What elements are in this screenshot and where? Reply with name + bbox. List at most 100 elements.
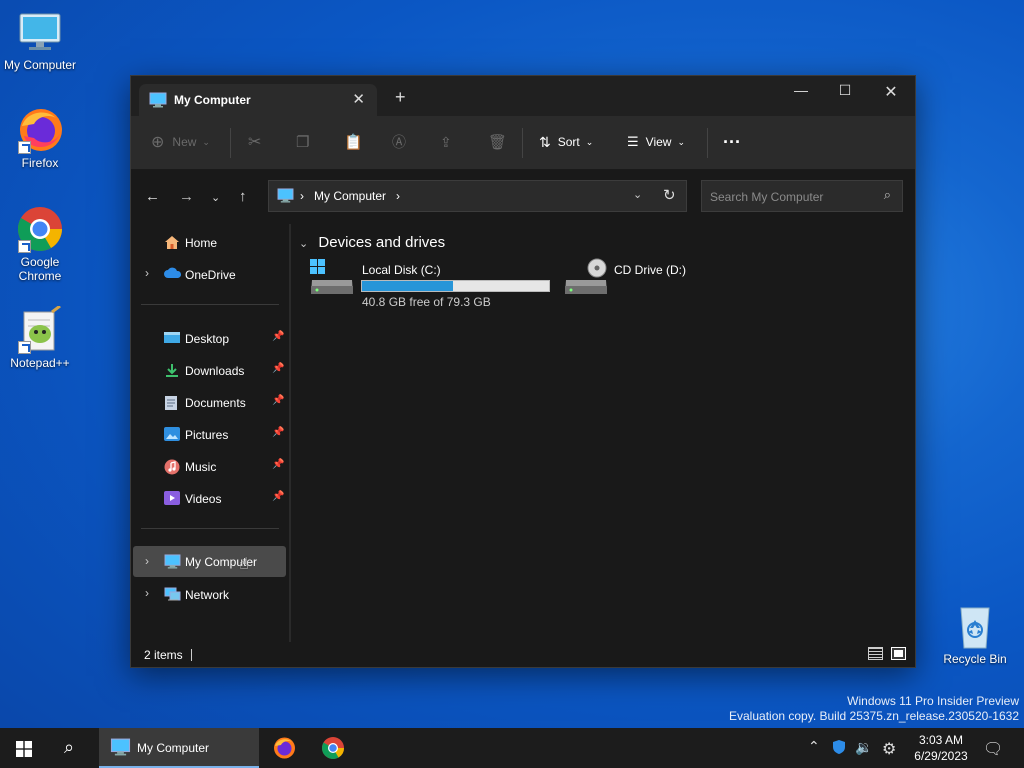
taskbar-item-chrome[interactable]: [310, 728, 356, 768]
forward-button[interactable]: →: [179, 188, 194, 205]
sidebar-item-label: Desktop: [185, 332, 230, 346]
title-bar[interactable]: My Computer ✕ + — ☐ ✕: [131, 76, 915, 116]
toolbar-separator: [707, 128, 708, 158]
pin-icon[interactable]: 📌: [272, 363, 284, 374]
details-view-button[interactable]: [868, 647, 883, 660]
start-button[interactable]: [0, 728, 48, 768]
tab-my-computer[interactable]: My Computer ✕: [139, 84, 377, 116]
rename-button[interactable]: Ⓐ: [392, 132, 406, 152]
sidebar-item-network[interactable]: › Network: [133, 580, 286, 608]
refresh-icon[interactable]: ↻: [663, 186, 676, 204]
sort-button[interactable]: ⇅ Sort ⌄: [539, 132, 593, 152]
sidebar-item-home[interactable]: Home: [133, 228, 286, 256]
sidebar-item-label: Downloads: [185, 364, 245, 378]
hard-drive-icon: [309, 258, 355, 301]
windows-logo-icon: [16, 741, 32, 762]
search-box[interactable]: ⌕: [701, 180, 903, 213]
pin-icon[interactable]: 📌: [272, 427, 284, 438]
home-icon: [164, 235, 180, 253]
taskbar-item-my-computer[interactable]: My Computer: [99, 728, 259, 768]
drive-name: Local Disk (C:): [362, 263, 441, 277]
desktop-icon-label: Google Chrome: [18, 255, 62, 283]
trash-icon: 🗑: [488, 134, 508, 151]
firefox-icon: [272, 736, 296, 765]
view-button[interactable]: ☰ View ⌄: [627, 132, 685, 152]
address-history-dropdown[interactable]: ⌄: [633, 188, 642, 201]
close-window-button[interactable]: ✕: [876, 82, 906, 106]
chevron-right-icon[interactable]: ›: [145, 266, 149, 280]
maximize-button[interactable]: ☐: [830, 82, 860, 106]
pin-icon[interactable]: 📌: [272, 491, 284, 502]
breadcrumb-separator-icon[interactable]: ›: [300, 189, 304, 203]
sidebar-item-label: Network: [185, 588, 230, 602]
file-explorer-window: My Computer ✕ + — ☐ ✕ ⊕ New ⌄ ✂ ❐ 📋 Ⓐ ⇪ …: [130, 75, 916, 668]
sidebar-item-onedrive[interactable]: › OneDrive: [133, 260, 286, 288]
drive-free-space: 40.8 GB free of 79.3 GB: [362, 295, 491, 309]
desktop-icon-my-computer[interactable]: My Computer: [0, 8, 80, 72]
pin-icon[interactable]: 📌: [272, 459, 284, 470]
search-input[interactable]: [702, 181, 882, 213]
breadcrumb-separator-icon[interactable]: ›: [396, 189, 400, 203]
drive-local-disk-c[interactable]: Local Disk (C:) 40.8 GB free of 79.3 GB: [309, 258, 551, 310]
show-hidden-icons-button[interactable]: ⌃: [808, 738, 820, 755]
sidebar-item-downloads[interactable]: Downloads 📌: [133, 356, 286, 384]
minimize-button[interactable]: —: [786, 82, 816, 106]
desktop-icon-notepad-plus-plus[interactable]: Notepad++: [0, 304, 80, 370]
sidebar-item-label: Home: [185, 236, 218, 250]
evaluation-watermark-line2: Evaluation copy. Build 25375.zn_release.…: [729, 709, 1019, 723]
group-header-devices-and-drives[interactable]: ⌄ Devices and drives: [299, 234, 445, 251]
copy-button[interactable]: ❐: [296, 132, 309, 152]
tiles-view-button[interactable]: [891, 647, 906, 660]
sidebar-item-videos[interactable]: Videos 📌: [133, 484, 286, 512]
more-options-button[interactable]: ···: [723, 132, 741, 152]
firefox-icon: [16, 106, 64, 154]
drive-usage-bar: [361, 280, 550, 292]
taskbar-item-label: My Computer: [137, 741, 210, 755]
settings-gear-icon[interactable]: ⚙: [882, 739, 896, 759]
sidebar-item-label: Music: [185, 460, 217, 474]
sidebar-item-label: OneDrive: [185, 268, 236, 282]
taskbar-item-firefox[interactable]: [262, 728, 306, 768]
back-button[interactable]: ←: [145, 188, 160, 205]
sidebar-divider: [141, 528, 279, 529]
item-count: 2 items: [144, 648, 183, 662]
cd-drive-icon: [563, 258, 609, 301]
sort-icon: ⇅: [539, 133, 551, 150]
paste-button[interactable]: 📋: [344, 132, 363, 152]
pin-icon[interactable]: 📌: [272, 331, 284, 342]
desktop-icon-recycle-bin[interactable]: Recycle Bin: [935, 602, 1015, 666]
new-button-label: New: [172, 135, 197, 149]
share-button[interactable]: ⇪: [440, 132, 452, 152]
breadcrumb-my-computer[interactable]: My Computer: [314, 189, 386, 203]
music-icon: [164, 459, 180, 478]
sidebar-item-label: Pictures: [185, 428, 229, 442]
search-icon[interactable]: ⌕: [884, 187, 891, 203]
new-button[interactable]: ⊕ New ⌄: [151, 132, 210, 152]
delete-button[interactable]: 🗑: [488, 132, 507, 152]
search-button[interactable]: ⌕: [50, 728, 96, 768]
close-tab-icon[interactable]: ✕: [352, 90, 365, 108]
notifications-icon[interactable]: 🗨: [983, 739, 1003, 759]
sidebar-item-pictures[interactable]: Pictures 📌: [133, 420, 286, 448]
cut-button[interactable]: ✂: [248, 132, 261, 152]
up-button[interactable]: ↑: [239, 188, 247, 205]
sidebar-item-music[interactable]: Music 📌: [133, 452, 286, 480]
chevron-right-icon[interactable]: ›: [145, 554, 149, 568]
drive-cd-drive-d[interactable]: CD Drive (D:): [563, 258, 713, 310]
desktop-icon-firefox[interactable]: Firefox: [0, 106, 80, 170]
sidebar-item-documents[interactable]: Documents 📌: [133, 388, 286, 416]
desktop-icon-google-chrome[interactable]: Google Chrome: [0, 205, 80, 283]
monitor-icon: [16, 8, 64, 56]
chevron-right-icon[interactable]: ›: [145, 586, 149, 600]
security-shield-icon[interactable]: [831, 739, 847, 758]
chevron-down-icon: ⌄: [202, 136, 210, 147]
clock[interactable]: 3:03 AM 6/29/2023: [906, 732, 976, 764]
new-tab-button[interactable]: +: [395, 88, 406, 106]
sidebar-item-my-computer[interactable]: › My Computer ☝: [133, 546, 286, 577]
pin-icon[interactable]: 📌: [272, 395, 284, 406]
sidebar-item-desktop[interactable]: Desktop 📌: [133, 324, 286, 352]
recent-locations-button[interactable]: ⌄: [211, 191, 220, 204]
chrome-icon: [16, 205, 64, 253]
address-bar[interactable]: › My Computer › ⌄ ↻: [268, 180, 687, 212]
speaker-icon[interactable]: 🔉: [855, 739, 872, 756]
